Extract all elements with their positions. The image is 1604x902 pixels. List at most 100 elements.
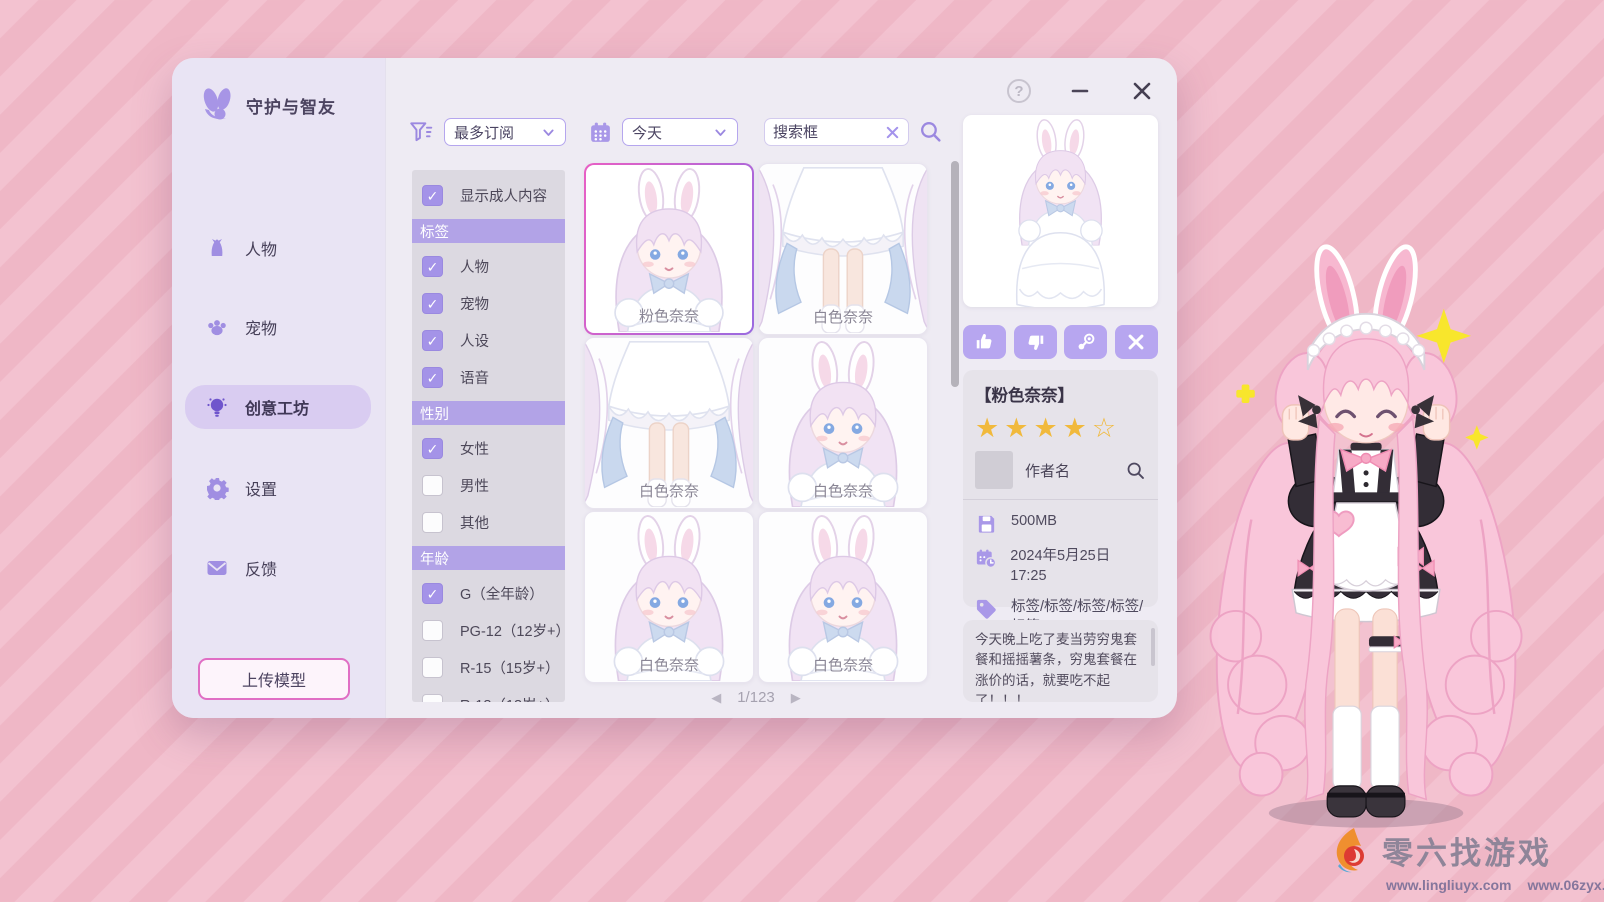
filter-option-label: R-18（18岁+） — [460, 694, 560, 702]
checkbox-checked-icon[interactable] — [422, 583, 443, 604]
search-button[interactable] — [918, 119, 943, 144]
upload-model-button[interactable]: 上传模型 — [198, 658, 350, 700]
sidebar-item-label: 创意工坊 — [245, 395, 309, 419]
checkbox-checked-icon[interactable] — [422, 367, 443, 388]
model-info-card: 【粉色奈奈】 ★★★★☆ 作者名 — [963, 370, 1158, 607]
sort-row: 最多订阅 — [408, 118, 566, 146]
checkbox-unchecked-icon[interactable] — [422, 657, 443, 678]
model-card-label: 白色奈奈 — [759, 654, 927, 675]
filter-option-tag-pet[interactable]: 宠物 — [412, 285, 565, 322]
model-card-label: 粉色奈奈 — [586, 305, 752, 326]
filter-option-age-r18[interactable]: R-18（18岁+） — [412, 686, 565, 702]
sidebar-item-feedback[interactable]: 反馈 — [185, 546, 371, 590]
brand-logo-icon — [1330, 826, 1374, 874]
date-dropdown-value: 今天 — [632, 122, 662, 143]
model-card[interactable]: 白色奈奈 — [758, 163, 928, 335]
date-dropdown[interactable]: 今天 — [622, 118, 738, 146]
preview-illustration — [963, 115, 1158, 307]
model-card[interactable]: 白色奈奈 — [758, 337, 928, 509]
chevron-down-icon — [541, 125, 556, 140]
file-size-value: 500MB — [1011, 512, 1057, 532]
date-value: 2024年5月25日 17:25 — [1010, 547, 1146, 586]
star-icon[interactable]: ★ — [1033, 413, 1062, 443]
sidebar-item-character[interactable]: 人物 — [185, 226, 371, 270]
model-card[interactable]: 白色奈奈 — [584, 511, 754, 683]
filter-option-show-adult[interactable]: 显示成人内容 — [412, 177, 565, 214]
filter-option-age-r15[interactable]: R-15（15岁+） — [412, 649, 565, 686]
model-card[interactable]: 粉色奈奈 — [584, 163, 754, 335]
sidebar-item-workshop[interactable]: 创意工坊 — [185, 385, 371, 429]
checkbox-checked-icon[interactable] — [422, 185, 443, 206]
calendar-icon — [588, 120, 613, 145]
checkbox-checked-icon[interactable] — [422, 293, 443, 314]
like-button[interactable] — [963, 325, 1006, 359]
app-title: 守护与智友 — [246, 93, 336, 118]
checkbox-unchecked-icon[interactable] — [422, 620, 443, 641]
gear-icon — [205, 476, 229, 500]
filter-option-tag-persona[interactable]: 人设 — [412, 322, 565, 359]
checkbox-checked-icon[interactable] — [422, 330, 443, 351]
calendar-clock-icon — [975, 547, 997, 570]
dislike-button[interactable] — [1014, 325, 1057, 359]
filter-option-gender-other[interactable]: 其他 — [412, 504, 565, 541]
filter-option-label: PG-12（12岁+） — [460, 620, 565, 641]
model-title: 【粉色奈奈】 — [975, 382, 1146, 406]
paw-icon — [205, 315, 229, 339]
author-avatar — [975, 451, 1013, 489]
filter-section-gender: 性别 — [412, 401, 565, 425]
checkbox-checked-icon[interactable] — [422, 438, 443, 459]
description-scrollbar-thumb[interactable] — [1151, 628, 1155, 666]
description-card: 今天晚上吃了麦当劳穷鬼套餐和摇摇薯条，穷鬼套餐在涨价的话，就要吃不起了！！！ — [963, 620, 1158, 702]
filter-option-gender-female[interactable]: 女性 — [412, 430, 565, 467]
filter-option-label: 语音 — [460, 367, 489, 388]
filter-option-tag-voice[interactable]: 语音 — [412, 359, 565, 396]
filter-option-label: 女性 — [460, 438, 489, 459]
filter-option-gender-male[interactable]: 男性 — [412, 467, 565, 504]
grid-scrollbar-thumb[interactable] — [951, 161, 959, 387]
filter-option-age-g[interactable]: G（全年龄） — [412, 575, 565, 612]
close-button[interactable] — [1129, 78, 1155, 104]
rating-stars[interactable]: ★★★★☆ — [975, 415, 1146, 442]
minimize-icon — [1070, 81, 1090, 101]
thumbs-up-icon — [974, 331, 996, 353]
sidebar-item-pet[interactable]: 宠物 — [185, 305, 371, 349]
next-page-icon[interactable]: ▶ — [791, 690, 801, 706]
pagination: ◀ 1/123 ▶ — [584, 689, 928, 706]
checkbox-unchecked-icon[interactable] — [422, 694, 443, 702]
sort-dropdown[interactable]: 最多订阅 — [444, 118, 566, 146]
page-indicator: 1/123 — [737, 689, 775, 706]
search-icon — [918, 119, 943, 144]
clear-icon[interactable] — [885, 125, 900, 140]
filter-option-age-pg12[interactable]: PG-12（12岁+） — [412, 612, 565, 649]
chevron-down-icon — [713, 125, 728, 140]
help-button[interactable]: ? — [1007, 79, 1031, 103]
model-card-label: 白色奈奈 — [585, 480, 753, 501]
filter-option-tag-character[interactable]: 人物 — [412, 248, 565, 285]
sidebar-item-settings[interactable]: 设置 — [185, 466, 371, 510]
sidebar-item-label: 宠物 — [245, 315, 277, 339]
search-input[interactable] — [773, 124, 879, 141]
checkbox-unchecked-icon[interactable] — [422, 475, 443, 496]
steam-button[interactable] — [1064, 325, 1107, 359]
close-preview-button[interactable] — [1115, 325, 1158, 359]
watermark: 零六找游戏 www.lingliuyx.com www.06zyx.com — [1330, 826, 1596, 893]
sidebar-item-label: 人物 — [245, 236, 277, 260]
filter-option-label: R-15（15岁+） — [460, 657, 560, 678]
filter-option-label: 男性 — [460, 475, 489, 496]
star-icon[interactable]: ★ — [1063, 413, 1092, 443]
checkbox-checked-icon[interactable] — [422, 256, 443, 277]
divider — [963, 499, 1158, 500]
checkbox-unchecked-icon[interactable] — [422, 512, 443, 533]
model-card[interactable]: 白色奈奈 — [758, 511, 928, 683]
filter-option-label: 显示成人内容 — [460, 185, 547, 206]
minimize-button[interactable] — [1067, 78, 1093, 104]
author-search-icon[interactable] — [1125, 460, 1146, 481]
filter-panel: 显示成人内容 标签 人物 宠物 人设 语音 性别 — [412, 170, 565, 702]
prev-page-icon[interactable]: ◀ — [711, 690, 721, 706]
star-icon[interactable]: ★ — [1004, 413, 1033, 443]
star-icon[interactable]: ★ — [975, 413, 1004, 443]
calendar-filter-button[interactable] — [588, 120, 613, 145]
star-icon[interactable]: ☆ — [1092, 413, 1121, 443]
model-card[interactable]: 白色奈奈 — [584, 337, 754, 509]
file-size-row: 500MB — [975, 512, 1146, 535]
